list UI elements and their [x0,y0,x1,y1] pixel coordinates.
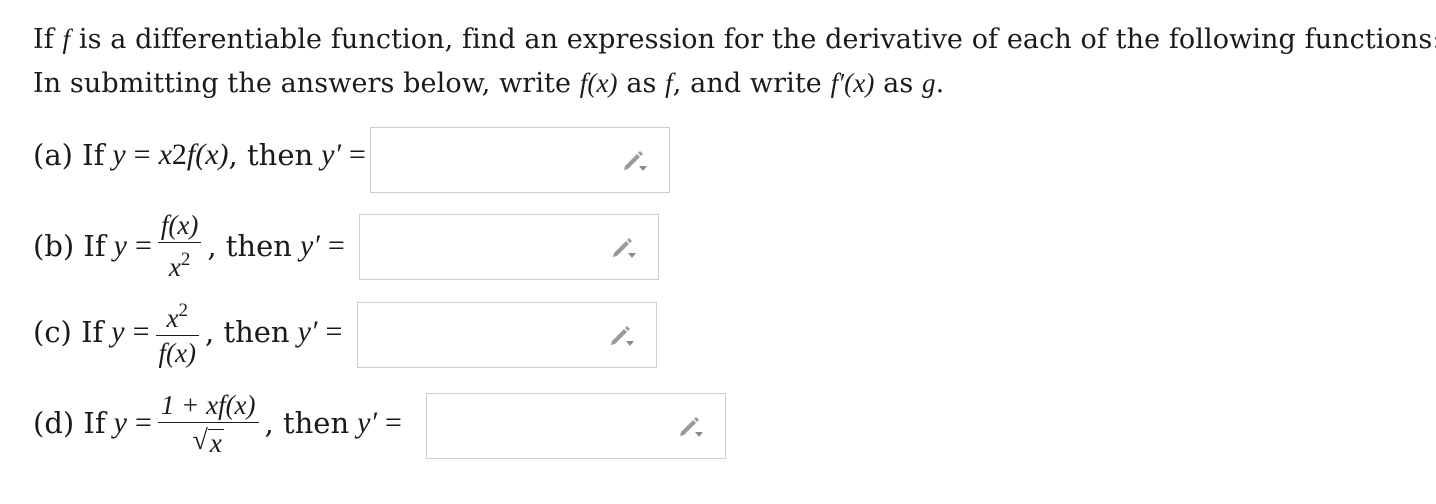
problem-label: (a) If [33,138,105,172]
problem-b: (b) If y = f(x) x2 , then y′ = [33,210,733,282]
problem-c: (c) If y = x2 f(x) , then y′ = [33,300,733,370]
problem-a-statement: (a) If y = x 2 f(x) , then y′ = [33,138,366,172]
pencil-dropdown-icon[interactable] [608,323,636,347]
equals: = [134,229,152,262]
exponent: 2 [178,300,189,321]
denominator: x2 [166,243,193,284]
then-text: , then [207,229,292,263]
math-fx: f(x) [579,68,618,98]
exponent: 2 [171,138,187,171]
fraction: 1 + xf(x) √ x [157,388,259,457]
exponent: 2 [180,249,191,270]
answer-box-a[interactable] [370,127,670,193]
problem-label: (c) If [33,315,104,349]
denominator: √ x [190,423,227,457]
equals: = [134,405,152,439]
math-fprime: f′(x) [830,68,875,98]
pencil-dropdown-icon[interactable] [621,148,649,172]
denominator: f(x) [158,338,196,368]
intro-text: as [874,68,922,99]
square-root: √ x [192,425,224,458]
intro-text: In submitting the answers below, write [33,68,580,99]
math-yprime: y′ [299,229,320,262]
intro-text: , and write [672,68,831,99]
math-yprime: y′ [297,315,318,348]
problem-c-statement: (c) If y = x2 f(x) , then y′ = [33,294,342,370]
equals: = [327,229,345,262]
fraction: x2 f(x) [155,294,199,370]
answer-box-c[interactable] [357,302,657,368]
answer-box-b[interactable] [359,214,659,280]
instructions-line-2: In submitting the answers below, write f… [33,68,944,99]
intro-text: If [33,24,63,55]
intro-text: is a differentiable function, find an ex… [70,24,1436,55]
problem-label: (b) If [33,229,106,263]
math-y: y [112,138,126,171]
numerator: x2 [164,294,191,335]
math-x: x [166,303,179,333]
then-text: , then [228,138,314,172]
equals: = [132,315,150,348]
answer-box-d[interactable] [426,393,726,459]
math-y: y [113,405,127,439]
fraction: f(x) x2 [157,208,202,284]
intro-text: as [617,68,666,99]
instructions-line-1: If f is a differentiable function, find … [33,24,1436,55]
numerator: f(x) [160,210,199,240]
math-yprime: y′ [321,138,342,171]
problem-a: (a) If y = x 2 f(x) , then y′ = [33,126,733,196]
then-text: , then [264,405,350,440]
math-f: f [62,24,71,54]
problem-d-statement: (d) If y = 1 + xf(x) √ x , then y′ = [33,388,402,457]
math-y: y [113,229,127,262]
math-f: f [665,68,673,98]
problem-b-statement: (b) If y = f(x) x2 , then y′ = [33,208,345,284]
pencil-dropdown-icon[interactable] [610,235,638,259]
radical-sign: √ [192,425,208,456]
math-x: x [158,138,172,171]
equals: = [325,315,343,348]
math-x: x [168,252,181,282]
math-y: y [111,315,125,348]
intro-text: . [935,68,945,99]
equals: = [385,405,402,439]
equals: = [349,138,366,171]
problem-d: (d) If y = 1 + xf(x) √ x , then y′ = [33,390,753,462]
problem-label: (d) If [33,405,106,440]
math-g: g [921,68,936,98]
then-text: , then [205,315,290,349]
pencil-dropdown-icon[interactable] [677,414,705,438]
math-x: x [207,428,224,458]
math-fx: f(x) [186,138,229,171]
equals: = [133,138,151,171]
math-yprime: y′ [357,405,378,439]
numerator: 1 + xf(x) [160,390,256,420]
